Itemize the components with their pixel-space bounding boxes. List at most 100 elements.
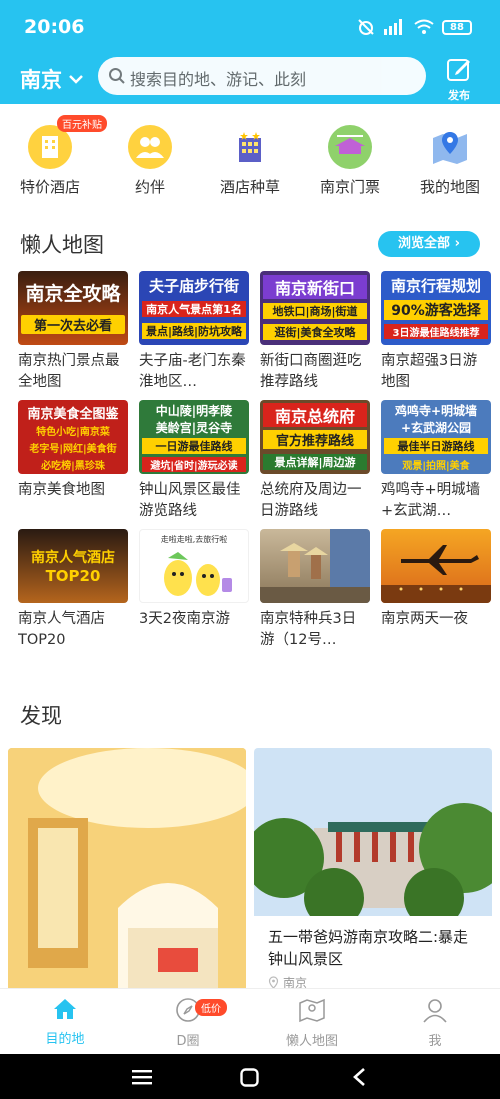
- map-card[interactable]: 夫子庙步行街 南京人气景点第1名 景点|路线|防坑攻略 夫子庙-老门东秦淮地区…: [139, 271, 249, 393]
- discover-post-title: 五一带爸妈游南京攻略二:暴走钟山风景区: [268, 928, 469, 968]
- discover-post-image: [8, 748, 246, 988]
- map-card-caption: 钟山风景区最佳游览路线: [139, 482, 241, 519]
- map-card-caption: 南京特种兵3日游（12号…: [260, 611, 357, 648]
- map-card[interactable]: 中山陵|明孝陵 美龄宫|灵谷寺 一日游最佳路线 避坑|省时|游玩必读 钟山风景区…: [139, 400, 249, 522]
- bottom-tab-bar: 目的地 低价 D圈 懒人地图 我: [0, 988, 500, 1054]
- top-header: 20:06 88 南京 搜索目的地、游记、此刻 发布: [0, 0, 500, 104]
- tab-me[interactable]: 我: [390, 997, 480, 1049]
- search-placeholder: 搜索目的地、游记、此刻: [130, 70, 307, 89]
- map-icon: [299, 998, 325, 1023]
- tab-label: 目的地: [45, 1032, 85, 1047]
- hotel-subsidy-badge: 百元补贴: [57, 115, 107, 132]
- quick-entry-tickets[interactable]: 南京门票: [305, 112, 395, 197]
- thumb-text: 第一次去必看: [21, 315, 125, 334]
- thumb-text: 景点详解|周边游: [263, 454, 367, 470]
- thumb-text: TOP20: [45, 567, 101, 585]
- thumb-text: 官方推荐路线: [263, 430, 367, 449]
- tab-label: 我: [428, 1034, 442, 1049]
- tab-label: D圈: [176, 1034, 200, 1049]
- discover-post[interactable]: [8, 748, 246, 988]
- chevron-down-icon: [69, 75, 83, 84]
- hotel-room-photo: [8, 748, 246, 988]
- map-card[interactable]: 南京全攻略 第一次去必看 南京热门景点最全地图: [18, 271, 128, 393]
- companion-icon: [127, 124, 173, 170]
- map-card-caption: 3天2夜南京游: [139, 611, 230, 627]
- map-card-thumbnail: [260, 529, 370, 603]
- battery-indicator: 88: [442, 19, 472, 35]
- city-selector[interactable]: 南京: [20, 64, 84, 94]
- quick-entry-hotel-picks[interactable]: 酒店种草: [205, 112, 295, 197]
- quick-entry-hotel-deals[interactable]: 百元补贴 特价酒店: [5, 112, 107, 197]
- user-icon: [423, 999, 447, 1023]
- map-card-thumbnail: 夫子庙步行街 南京人气景点第1名 景点|路线|防坑攻略: [139, 271, 249, 345]
- map-card[interactable]: 南京新街口 地铁口|商场|街道 逛街|美食全攻略 新街口商圈逛吃推荐路线: [260, 271, 370, 393]
- quick-entry-label: 南京门票: [319, 178, 380, 196]
- map-card-thumbnail: 中山陵|明孝陵 美龄宫|灵谷寺 一日游最佳路线 避坑|省时|游玩必读: [139, 400, 249, 474]
- thumb-text: 南京人气酒店: [31, 550, 115, 566]
- search-bar[interactable]: 搜索目的地、游记、此刻: [98, 57, 426, 95]
- thumb-text: 夫子庙步行街: [148, 277, 239, 295]
- map-card[interactable]: 南京两天一夜: [381, 529, 491, 651]
- map-card[interactable]: 南京总统府 官方推荐路线 景点详解|周边游 总统府及周边一日游路线: [260, 400, 370, 522]
- edit-icon: [447, 59, 470, 81]
- quick-entry-label: 约伴: [134, 178, 165, 196]
- map-card-caption: 南京人气酒店TOP20: [18, 611, 105, 648]
- thumb-text: 南京新街口: [263, 275, 367, 299]
- map-card[interactable]: 南京美食全图鉴 特色小吃|南京菜 老字号|网红|美食街 必吃榜|黑珍珠 南京美食…: [18, 400, 128, 522]
- thumb-text: 最佳半日游路线: [384, 438, 488, 454]
- map-card-thumbnail: 鸡鸣寺+明城墙 +玄武湖公园 最佳半日游路线 观景|拍照|美食: [381, 400, 491, 474]
- tab-destination[interactable]: 目的地: [20, 997, 110, 1047]
- airplane-photo: [381, 545, 491, 603]
- map-card[interactable]: 南京特种兵3日游（12号…: [260, 529, 370, 651]
- publish-button[interactable]: 发布: [442, 56, 476, 103]
- thumb-text: 地铁口|商场|街道: [263, 303, 367, 319]
- ticket-icon: [327, 124, 373, 170]
- map-card-thumbnail: 南京新街口 地铁口|商场|街道 逛街|美食全攻略: [260, 271, 370, 345]
- lazy-map-title: 懒人地图: [20, 233, 104, 257]
- tab-label: 懒人地图: [285, 1034, 338, 1049]
- map-card-caption: 鸡鸣寺+明城墙+玄武湖…: [381, 482, 481, 519]
- back-icon[interactable]: [352, 1067, 366, 1087]
- map-card-caption: 南京美食地图: [18, 482, 105, 498]
- wifi-icon: [414, 19, 434, 34]
- map-card-thumbnail: 南京行程规划 90%游客选择 3日游最佳路线推荐: [381, 271, 491, 345]
- menu-icon[interactable]: [132, 1069, 152, 1085]
- thumb-text: +玄武湖公园: [400, 421, 472, 435]
- status-icons: 88: [356, 18, 472, 36]
- thumb-text: 中山陵|明孝陵: [155, 404, 233, 418]
- thumb-text: 避坑|省时|游玩必读: [142, 457, 246, 472]
- map-card-caption: 南京两天一夜: [381, 611, 468, 627]
- thumb-text: 走啦走啦,去旅行啦: [160, 535, 228, 544]
- quick-entry-label: 特价酒店: [19, 178, 80, 196]
- map-card[interactable]: 南京行程规划 90%游客选择 3日游最佳路线推荐 南京超强3日游地图: [381, 271, 491, 393]
- search-icon: [109, 68, 125, 84]
- map-pin-icon: [427, 124, 473, 170]
- home-square-icon[interactable]: [240, 1068, 259, 1087]
- tab-lazy-map[interactable]: 懒人地图: [267, 997, 357, 1049]
- thumb-text: 3日游最佳路线推荐: [384, 324, 488, 339]
- map-card-thumbnail: 南京全攻略 第一次去必看: [18, 271, 128, 345]
- map-card[interactable]: 鸡鸣寺+明城墙 +玄武湖公园 最佳半日游路线 观景|拍照|美食 鸡鸣寺+明城墙+…: [381, 400, 491, 522]
- thumb-text: 美龄宫|灵谷寺: [155, 421, 233, 435]
- map-card[interactable]: 南京人气酒店 TOP20 南京人气酒店TOP20: [18, 529, 128, 651]
- thumb-text: 90%游客选择: [384, 300, 488, 320]
- thumb-text: 南京人气景点第1名: [142, 301, 246, 317]
- thumb-text: 景点|路线|防坑攻略: [142, 323, 246, 339]
- map-card[interactable]: 走啦走啦,去旅行啦 3天2夜南京游: [139, 529, 249, 651]
- thumb-text: 观景|拍照|美食: [402, 461, 470, 472]
- cartoon-illustration: [164, 552, 232, 596]
- quick-entry-label: 我的地图: [419, 178, 480, 196]
- view-all-button[interactable]: 浏览全部 ›: [378, 231, 480, 257]
- status-time: 20:06: [24, 16, 85, 38]
- map-card-thumbnail: 走啦走啦,去旅行啦: [139, 529, 249, 603]
- map-card-caption: 夫子庙-老门东秦淮地区…: [139, 353, 246, 390]
- discover-post[interactable]: 五一带爸妈游南京攻略二:暴走钟山风景区 南京: [254, 748, 492, 991]
- quick-entry-companion[interactable]: 约伴: [105, 112, 195, 197]
- view-all-label: 浏览全部: [398, 236, 451, 251]
- city-name: 南京: [20, 68, 62, 92]
- thumb-text: 南京总统府: [263, 403, 367, 427]
- map-card-thumbnail: 南京总统府 官方推荐路线 景点详解|周边游: [260, 400, 370, 474]
- chevron-right-icon: ›: [454, 236, 460, 251]
- quick-entry-my-map[interactable]: 我的地图: [405, 112, 495, 197]
- tab-d-circle[interactable]: 低价 D圈: [143, 997, 233, 1049]
